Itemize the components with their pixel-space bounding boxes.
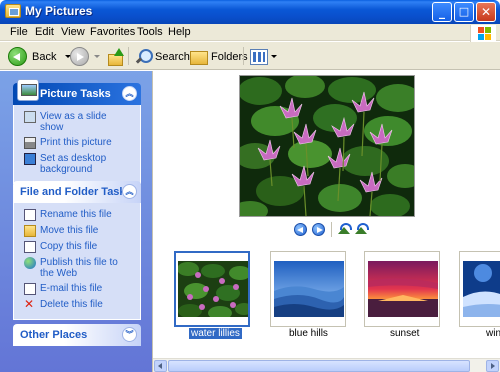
- task-move-file[interactable]: Move this file: [24, 225, 132, 237]
- folders-icon: [190, 49, 208, 65]
- picture-tasks-header[interactable]: Picture Tasks ︽: [13, 79, 141, 105]
- maximize-button[interactable]: □: [454, 2, 474, 22]
- toolbar: Back Search Folders: [0, 42, 500, 70]
- thumbnail-water-lillies[interactable]: [174, 251, 250, 327]
- picture-tasks-title: Picture Tasks: [40, 88, 111, 100]
- thumbnail-winter[interactable]: [459, 251, 500, 327]
- menu-edit[interactable]: Edit: [35, 26, 54, 38]
- printer-icon: [24, 137, 36, 149]
- blue-hills-thumb-image: [274, 261, 344, 317]
- search-icon: [135, 48, 153, 65]
- thumbnail-label[interactable]: win: [486, 328, 500, 339]
- toolbar-separator: [128, 47, 129, 65]
- views-dropdown-icon: [271, 55, 277, 58]
- water-lilies-image: [240, 76, 414, 216]
- slideshow-icon: [24, 111, 36, 123]
- picture-preview: [239, 75, 415, 217]
- file-folder-tasks-panel: File and Folder Tasks ︽ Rename this file…: [13, 181, 141, 320]
- copy-icon: [24, 241, 36, 253]
- task-pane: Picture Tasks ︽ View as a slide show Pri…: [0, 71, 152, 372]
- rotate-counterclockwise-icon[interactable]: [354, 223, 369, 235]
- expand-chevron-icon[interactable]: ︾: [122, 327, 137, 342]
- collapse-chevron-icon[interactable]: ︽: [122, 184, 137, 199]
- title-bar[interactable]: My Pictures _ □ ✕: [0, 0, 500, 24]
- filmstrip: water lillies blue hills sunset win: [153, 247, 500, 357]
- winter-thumb-image: [463, 261, 500, 317]
- menu-help[interactable]: Help: [168, 26, 191, 38]
- sunset-thumb-image: [368, 261, 438, 317]
- thumbnail-label[interactable]: sunset: [390, 328, 419, 339]
- task-copy-file[interactable]: Copy this file: [24, 241, 132, 253]
- rotate-clockwise-icon[interactable]: [337, 223, 352, 235]
- file-folder-tasks-title: File and Folder Tasks: [20, 186, 132, 198]
- thumbnail-sunset[interactable]: [364, 251, 440, 327]
- back-button[interactable]: Back: [8, 46, 72, 67]
- horizontal-scrollbar[interactable]: [153, 358, 500, 372]
- menu-view[interactable]: View: [61, 26, 85, 38]
- email-icon: [24, 283, 36, 295]
- thumbnail-blue-hills[interactable]: [270, 251, 346, 327]
- search-label: Search: [155, 50, 190, 63]
- other-places-title: Other Places: [20, 329, 88, 341]
- file-folder-tasks-body: Rename this file Move this file Copy thi…: [13, 203, 141, 320]
- task-print-picture[interactable]: Print this picture: [24, 137, 132, 149]
- previous-image-button[interactable]: [294, 223, 307, 236]
- toolbar-separator: [243, 47, 244, 65]
- next-image-button[interactable]: [312, 223, 325, 236]
- other-places-panel: Other Places ︾: [13, 324, 141, 346]
- main-view: water lillies blue hills sunset win: [152, 71, 500, 372]
- menu-file[interactable]: File: [10, 26, 28, 38]
- task-delete-file[interactable]: ✕ Delete this file: [24, 297, 132, 311]
- windows-logo-icon: [470, 25, 496, 42]
- scroll-thumb[interactable]: [168, 360, 470, 372]
- forward-button[interactable]: [70, 46, 100, 67]
- window-title: My Pictures: [25, 4, 93, 18]
- menu-favorites[interactable]: Favorites: [90, 26, 135, 38]
- desktop-icon: [24, 153, 36, 165]
- minimize-button[interactable]: _: [432, 2, 452, 22]
- menu-bar: File Edit View Favorites Tools Help: [0, 24, 500, 42]
- task-publish-web[interactable]: Publish this file to the Web: [24, 257, 132, 279]
- search-button[interactable]: Search: [135, 46, 190, 67]
- picture-tasks-panel: Picture Tasks ︽ View as a slide show Pri…: [13, 79, 141, 184]
- back-arrow-icon: [8, 47, 27, 66]
- forward-dropdown-icon[interactable]: [94, 55, 100, 58]
- forward-arrow-icon: [70, 47, 89, 66]
- file-folder-tasks-header[interactable]: File and Folder Tasks ︽: [13, 181, 141, 203]
- task-rename-file[interactable]: Rename this file: [24, 209, 132, 221]
- task-set-desktop-background[interactable]: Set as desktop background: [24, 153, 132, 175]
- menu-tools[interactable]: Tools: [137, 26, 163, 38]
- views-button[interactable]: [250, 46, 277, 67]
- folders-button[interactable]: Folders: [190, 46, 248, 67]
- globe-icon: [24, 257, 36, 269]
- water-lilies-thumb-image: [178, 261, 248, 317]
- task-slide-show[interactable]: View as a slide show: [24, 111, 132, 133]
- thumbnail-label[interactable]: water lillies: [188, 327, 243, 340]
- collapse-chevron-icon[interactable]: ︽: [122, 86, 137, 101]
- move-icon: [24, 225, 36, 237]
- rename-icon: [24, 209, 36, 221]
- picture-tasks-body: View as a slide show Print this picture …: [13, 105, 141, 184]
- close-button[interactable]: ✕: [476, 2, 496, 22]
- folder-pictures-icon: [5, 4, 21, 18]
- back-label: Back: [32, 50, 57, 63]
- up-folder-button[interactable]: [106, 46, 124, 67]
- other-places-header[interactable]: Other Places ︾: [13, 324, 141, 346]
- delete-x-icon: ✕: [24, 297, 35, 311]
- task-email-file[interactable]: E-mail this file: [24, 283, 132, 295]
- thumbnail-label[interactable]: blue hills: [289, 328, 328, 339]
- folder-up-icon: [106, 47, 124, 66]
- picture-tasks-icon: [17, 79, 39, 101]
- nav-separator: [331, 222, 332, 237]
- views-icon: [250, 48, 268, 65]
- scroll-left-button[interactable]: [154, 360, 167, 372]
- scroll-right-button[interactable]: [486, 360, 499, 372]
